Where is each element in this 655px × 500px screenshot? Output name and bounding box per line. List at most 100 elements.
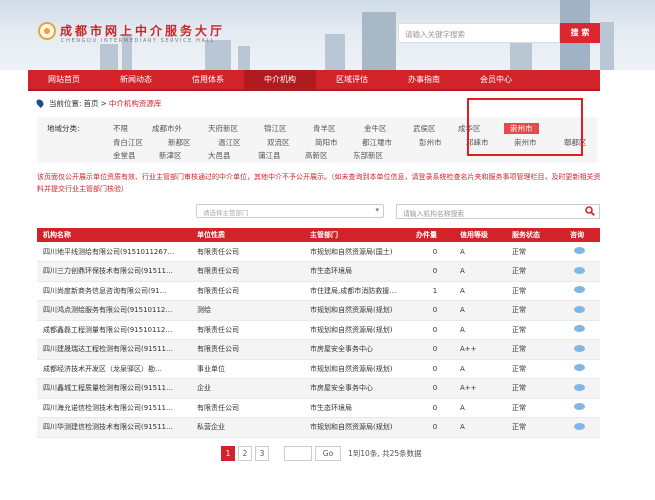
district-item[interactable]: 武侯区: [413, 123, 436, 134]
district-item[interactable]: 简阳市: [315, 137, 338, 148]
district-item[interactable]: 金堂县: [113, 150, 136, 161]
page-button[interactable]: 1: [221, 446, 235, 461]
chat-bubble-icon[interactable]: [574, 364, 585, 372]
district-item[interactable]: 蒲江县: [258, 150, 281, 161]
table-row: 四川三力创鼎环保技术有限公司(91511… 有限责任公司 市生态环境局 0 A 正常: [37, 261, 600, 282]
chat-bubble-icon[interactable]: [574, 266, 585, 274]
table-header-row: 机构名称 单位性质 主管部门 办件量 信用等级 服务状态 咨询: [37, 228, 600, 242]
cell-agency-name[interactable]: 四川三力创鼎环保技术有限公司(91511…: [37, 261, 191, 282]
chat-bubble-icon[interactable]: [574, 422, 585, 430]
cell-case-count: 0: [416, 242, 454, 262]
chat-bubble-icon[interactable]: [574, 325, 585, 333]
cell-nature: 有限责任公司: [191, 320, 304, 340]
cell-department: 市规划和自然资源局(国土): [304, 242, 416, 262]
search-icon[interactable]: [585, 206, 595, 216]
nav-item-agencies[interactable]: 中介机构: [244, 70, 316, 89]
col-header-nature: 单位性质: [197, 231, 225, 239]
cell-agency-name[interactable]: 成都鑫磊工程测量有限公司(91510112…: [37, 320, 191, 340]
district-item[interactable]: 新都区: [168, 137, 191, 148]
district-item[interactable]: 天府新区: [208, 123, 238, 134]
cell-case-count: 1: [416, 281, 454, 301]
cell-credit-level: A: [454, 320, 506, 340]
nav-item-home[interactable]: 网站首页: [28, 70, 100, 89]
cell-agency-name[interactable]: 四川地平线测绘有限公司(9151011267…: [37, 242, 191, 262]
district-item[interactable]: 青白江区: [113, 137, 143, 148]
cell-nature: 有限责任公司: [191, 261, 304, 282]
nav-item-news[interactable]: 新闻动态: [100, 70, 172, 89]
chat-bubble-icon[interactable]: [574, 247, 585, 254]
cell-case-count: 0: [416, 261, 454, 282]
cell-agency-name[interactable]: 成都经济技术开发区（龙泉驿区）勘…: [37, 359, 191, 379]
breadcrumb-home-link[interactable]: 首页: [84, 98, 99, 109]
district-item[interactable]: 不限: [113, 123, 128, 134]
cell-nature: 有限责任公司: [191, 339, 304, 360]
nav-item-guide[interactable]: 办事指南: [388, 70, 460, 89]
page-go-button[interactable]: Go: [315, 446, 341, 461]
cell-service-status: 正常: [506, 339, 564, 360]
nav-item-regional-assessment[interactable]: 区域评估: [316, 70, 388, 89]
cell-consult: [564, 261, 600, 282]
annotation-highlight-box: [467, 98, 583, 156]
cell-credit-level: A++: [454, 339, 506, 360]
district-item[interactable]: 锦江区: [264, 123, 287, 134]
cell-credit-level: A: [454, 281, 506, 301]
cell-agency-name[interactable]: 四川鑫城工程质量检测有限公司(91511…: [37, 378, 191, 399]
table-row: 成都经济技术开发区（龙泉驿区）勘… 事业单位 市规划和自然资源局(规划) 0 A 正常: [37, 359, 600, 379]
district-item[interactable]: 双流区: [267, 137, 290, 148]
district-item[interactable]: 温江区: [218, 137, 241, 148]
nav-item-member[interactable]: 会员中心: [460, 70, 532, 89]
nav-item-credit[interactable]: 信用体系: [172, 70, 244, 89]
logo-icon: [38, 22, 56, 40]
chat-bubble-icon[interactable]: [574, 383, 585, 391]
agency-search-input[interactable]: 请输入机构名称搜索: [396, 204, 600, 219]
cell-department: 市生态环境局: [304, 261, 416, 282]
page-button[interactable]: 3: [255, 446, 269, 461]
district-item[interactable]: 金牛区: [364, 123, 387, 134]
district-item[interactable]: 彭州市: [419, 137, 442, 148]
cell-service-status: 正常: [506, 261, 564, 282]
district-item[interactable]: 成都市外: [152, 123, 182, 134]
pagination-info: 1到10条, 共25条数据: [348, 449, 422, 458]
district-item[interactable]: 青羊区: [313, 123, 336, 134]
cell-credit-level: A: [454, 417, 506, 438]
cell-agency-name[interactable]: 四川海允诺信检测技术有限公司(91511…: [37, 398, 191, 418]
skyline-building: [100, 44, 118, 70]
cell-department: 市规划和自然资源局(规划): [304, 320, 416, 340]
cell-consult: [564, 320, 600, 340]
site-search-input[interactable]: 请输入关键字搜索: [398, 23, 560, 43]
chat-bubble-icon[interactable]: [574, 403, 585, 411]
district-item[interactable]: 大邑县: [208, 150, 231, 161]
district-item[interactable]: 新津区: [159, 150, 182, 161]
chat-bubble-icon[interactable]: [574, 344, 585, 352]
department-select[interactable]: 请选择主管部门 ▾: [196, 204, 384, 218]
cell-nature: 事业单位: [191, 359, 304, 379]
cell-consult: [564, 359, 600, 379]
cell-agency-name[interactable]: 四川华测建信检测技术有限公司(91511…: [37, 417, 191, 438]
chat-bubble-icon[interactable]: [574, 305, 585, 313]
skyline-building: [238, 46, 250, 70]
chat-bubble-icon[interactable]: [574, 286, 585, 294]
district-item[interactable]: 东部新区: [353, 150, 383, 161]
cell-agency-name[interactable]: 四川尚度新商务信息咨询有限公司(91…: [37, 281, 191, 301]
cell-consult: [564, 339, 600, 360]
cell-credit-level: A: [454, 359, 506, 379]
col-header-consult: 咨询: [570, 231, 584, 239]
table-row: 四川海允诺信检测技术有限公司(91511… 有限责任公司 市生态环境局 0 A 正常: [37, 398, 600, 418]
col-header-status: 服务状态: [512, 231, 540, 239]
breadcrumb-current: 中介机构资源库: [108, 98, 162, 108]
table-row: 四川尚度新商务信息咨询有限公司(91… 有限责任公司 市住建局,成都市消防救援… 1 A…: [37, 281, 600, 301]
district-filter-label: 地域分类:: [47, 124, 80, 133]
district-item[interactable]: 都江堰市: [362, 137, 392, 148]
page-jump-input[interactable]: [284, 446, 312, 461]
district-item[interactable]: 高新区: [305, 150, 328, 161]
cell-credit-level: A: [454, 242, 506, 262]
col-header-cases: 办件量: [416, 231, 437, 239]
cell-agency-name[interactable]: 四川建晟瑞达工程检测有限公司(91511…: [37, 339, 191, 360]
cell-case-count: 0: [416, 300, 454, 321]
breadcrumb-label: 当前位置:: [49, 98, 82, 108]
page-button[interactable]: 2: [238, 446, 252, 461]
cell-department: 市房屋安全事务中心: [304, 339, 416, 360]
cell-agency-name[interactable]: 四川鸿点测绘服务有限公司(91510112…: [37, 300, 191, 321]
cell-credit-level: A++: [454, 378, 506, 399]
site-search-button[interactable]: 搜 索: [560, 23, 600, 43]
